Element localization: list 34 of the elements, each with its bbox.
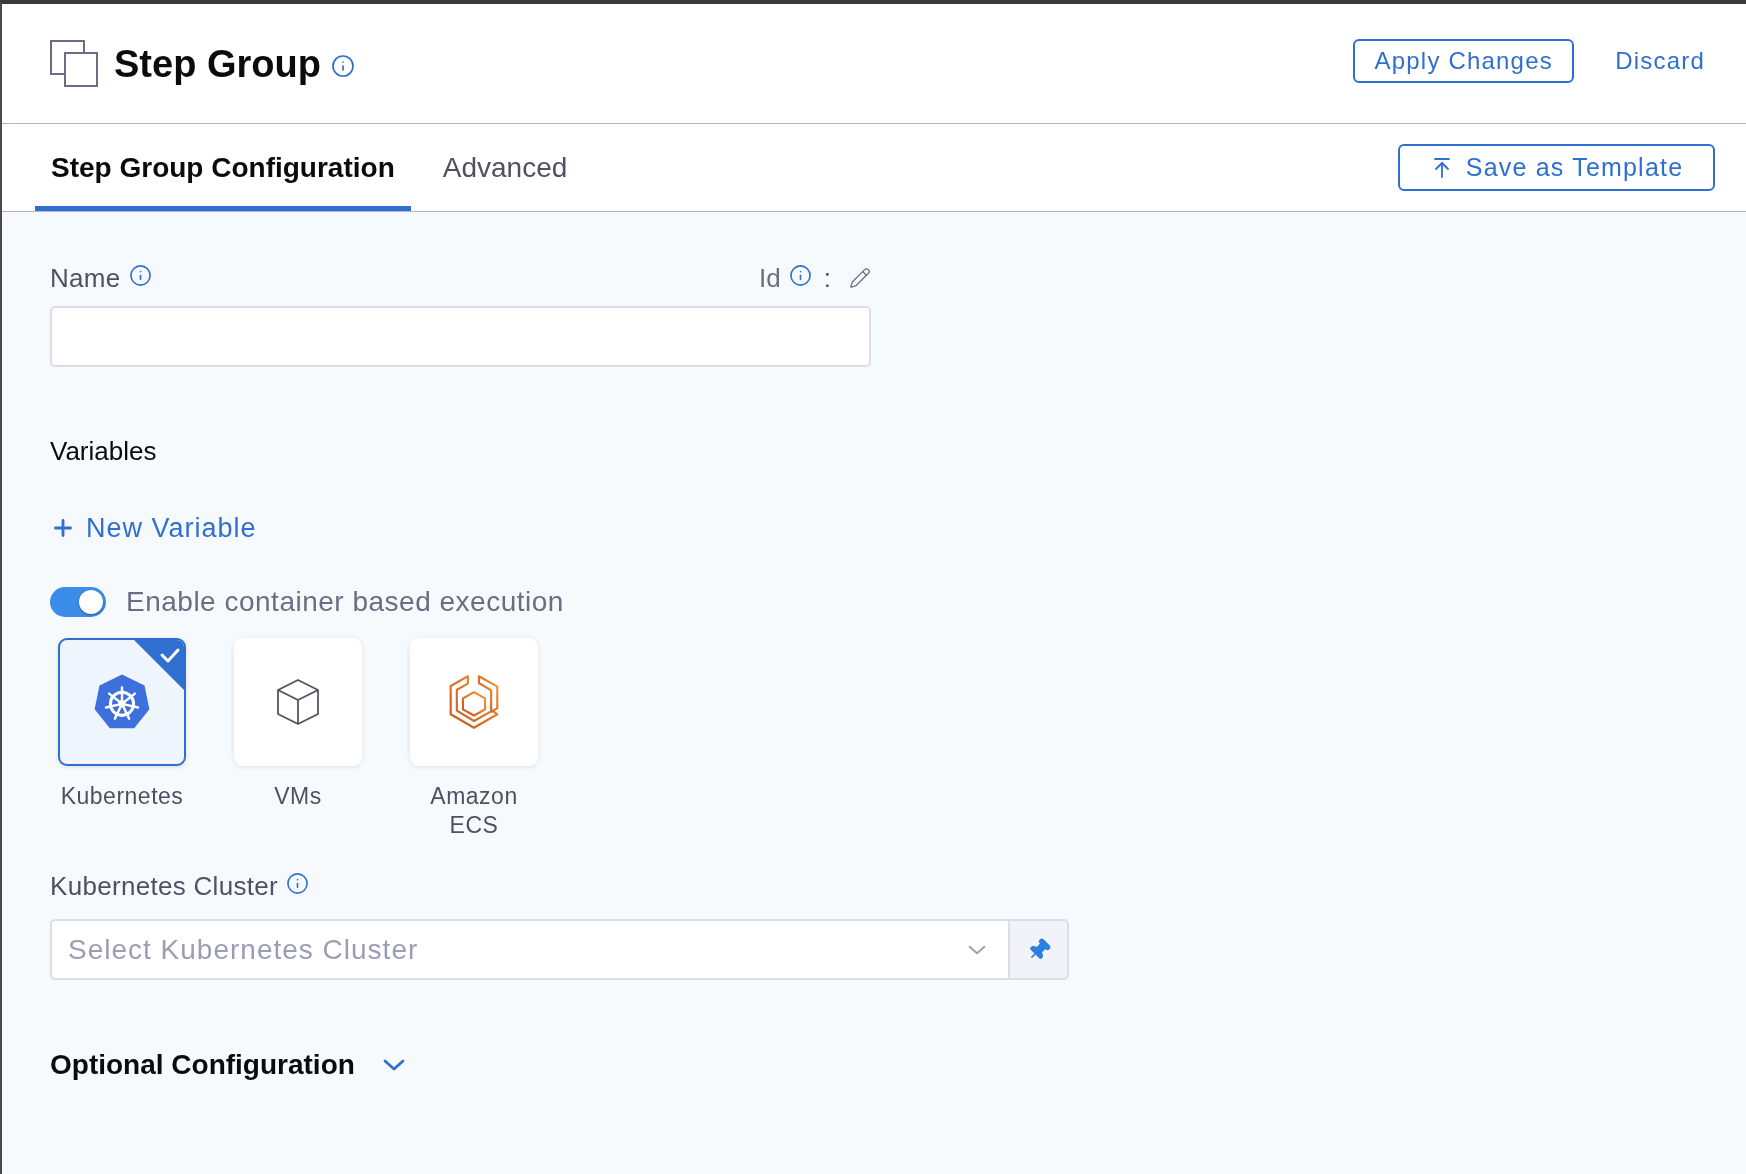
info-icon [788,263,812,287]
toggle-switch[interactable] [50,587,106,617]
discard-link[interactable]: Discard [1615,38,1705,83]
nested-hexagons-icon [449,675,499,729]
field-label: Kubernetes Cluster [50,870,278,903]
option-label: VMs [273,782,323,811]
new-variable-button[interactable]: New Variable [50,512,257,544]
tab[interactable]: Advanced [426,124,584,211]
tab[interactable]: Step Group Configuration [35,124,411,211]
page-title: Step Group [114,44,321,83]
check-corner-icon [134,640,184,690]
save-as-template-button[interactable]: Save as Template [1398,144,1715,191]
field-label: Name [50,261,121,295]
option-label: Amazon ECS [429,782,519,840]
id-label: Id [759,261,781,295]
stacked-squares-icon [50,40,98,87]
id-separator: : [823,261,831,295]
helm-wheel-icon [94,674,150,730]
name-input[interactable] [50,306,871,367]
info-icon [128,263,152,287]
cube-icon [276,679,320,725]
section-title: Variables [50,435,157,467]
pin-button[interactable] [1010,919,1069,980]
cluster-select[interactable]: Select Kubernetes Cluster [50,919,1010,980]
optional-configuration-toggle[interactable]: Optional Configuration [50,1044,405,1086]
info-icon [330,53,355,78]
chevron-down-icon [968,945,986,955]
chevron-down-icon [382,1059,405,1071]
pencil-icon[interactable] [849,267,871,289]
info-icon [285,872,309,895]
option-card[interactable] [58,638,186,766]
apply-changes-button[interactable]: Apply Changes [1353,38,1575,83]
option-label: Kubernetes [59,782,185,811]
toggle-label: Enable container based execution [126,585,564,619]
